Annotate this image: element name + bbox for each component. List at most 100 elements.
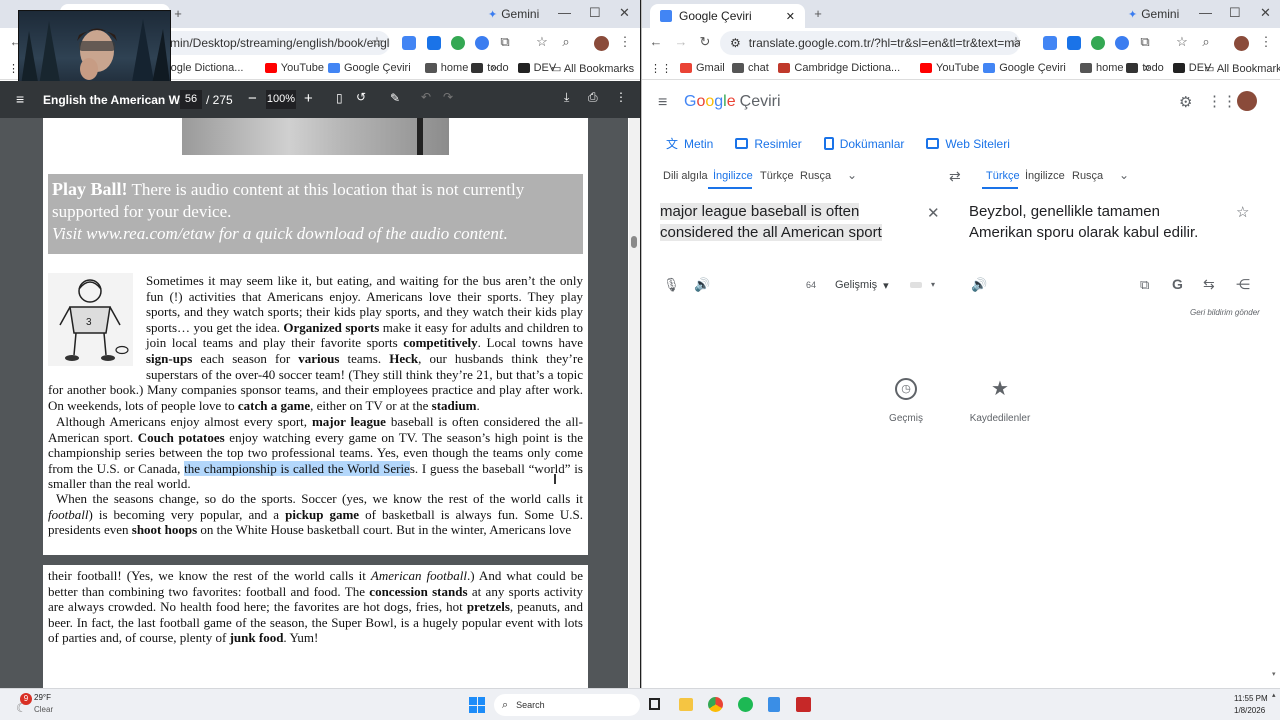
minimize-icon[interactable]: —	[558, 5, 571, 20]
source-lang-russian[interactable]: Rusça	[800, 170, 831, 182]
dropdown-arrow-icon[interactable]: ▾	[931, 280, 935, 289]
microphone-icon[interactable]: 🎙	[663, 277, 680, 293]
clock-date[interactable]: 1/8/2026	[1234, 706, 1265, 715]
scrollbar-thumb[interactable]	[631, 236, 637, 248]
bookmark-item[interactable]: chat	[732, 62, 769, 74]
close-tab-icon[interactable]: ✕	[786, 10, 795, 23]
target-lang-russian[interactable]: Rusça	[1072, 170, 1103, 182]
bookmark-item[interactable]: home	[424, 62, 468, 74]
tab-images[interactable]: Resimler	[735, 135, 802, 152]
swap-languages-icon[interactable]: ⇄	[949, 168, 961, 185]
star-icon[interactable]: ☆	[1008, 34, 1024, 50]
source-text-input[interactable]: major league baseball is often considere…	[660, 201, 910, 243]
bookmark-icon[interactable]: ☆	[1174, 34, 1190, 50]
extension-icon[interactable]	[427, 36, 441, 50]
history-button[interactable]: ◷ Geçmiş	[882, 378, 930, 424]
menu-icon[interactable]: ⋮	[617, 34, 633, 50]
model-select[interactable]: Gelişmiş ▾	[835, 279, 889, 292]
notepad-icon[interactable]	[768, 697, 780, 712]
gemini-button[interactable]: ✦ Gemini	[488, 7, 539, 21]
download-icon[interactable]: ⤓	[564, 90, 569, 105]
chevron-down-icon[interactable]: ⌄	[1119, 168, 1129, 182]
rotate-icon[interactable]: ↺	[356, 90, 366, 104]
star-icon[interactable]: ☆	[369, 34, 385, 50]
tab-websites[interactable]: Web Siteleri	[926, 135, 1010, 152]
spotify-icon[interactable]	[738, 697, 753, 712]
copy-icon[interactable]: ⧉	[1140, 277, 1149, 293]
settings-icon[interactable]: ⚙	[1179, 93, 1192, 111]
hamburger-icon[interactable]: ≡	[658, 94, 667, 112]
zoom-in-icon[interactable]: +	[304, 90, 313, 107]
rate-translation-icon[interactable]: ⇆	[1203, 276, 1215, 293]
pdf-scrollbar[interactable]	[629, 118, 640, 688]
site-info-icon[interactable]: ⚙	[730, 36, 741, 50]
tab-search-icon[interactable]: ⌕	[1198, 34, 1214, 50]
minimize-icon[interactable]: —	[1199, 5, 1212, 20]
extension-icon[interactable]	[475, 36, 489, 50]
maximize-icon[interactable]: ☐	[589, 5, 601, 21]
start-button[interactable]	[469, 697, 485, 713]
address-bar[interactable]: min/Desktop/streaming/english/book/engli…	[160, 31, 390, 55]
more-bookmarks-icon[interactable]: »	[491, 62, 497, 74]
address-bar[interactable]: ⚙ translate.google.com.tr/?hl=tr&sl=en&t…	[720, 31, 1020, 55]
bookmark-item[interactable]: todo	[471, 62, 509, 74]
tab-google-translate[interactable]: Google Çeviri ✕	[650, 4, 805, 28]
gemini-button[interactable]: ✦ Gemini	[1128, 7, 1179, 21]
zoom-out-icon[interactable]: −	[248, 90, 257, 107]
redo-icon[interactable]: ↷	[443, 90, 453, 104]
more-bookmarks-icon[interactable]: »	[1144, 62, 1150, 74]
scrollbar-arrows[interactable]: ▾	[1272, 670, 1276, 678]
tab-text[interactable]: 文 Metin	[666, 135, 713, 152]
app-icon[interactable]	[796, 697, 811, 712]
more-icon[interactable]: ⋮	[615, 90, 627, 104]
bookmark-item[interactable]: home	[1080, 62, 1124, 74]
puzzle-icon[interactable]: ⧉	[1137, 34, 1153, 50]
google-search-icon[interactable]: G	[1172, 276, 1183, 292]
save-star-icon[interactable]: ☆	[1236, 203, 1249, 221]
extension-icon[interactable]	[1091, 36, 1105, 50]
bookmark-icon[interactable]: ☆	[534, 34, 550, 50]
avatar[interactable]	[594, 36, 609, 51]
tab-documents[interactable]: Dokümanlar	[823, 135, 904, 152]
speaker-icon[interactable]: 🔊	[971, 277, 987, 293]
undo-icon[interactable]: ↶	[421, 90, 431, 104]
feedback-link[interactable]: Geri bildirim gönder	[1190, 308, 1260, 317]
chrome-icon[interactable]	[708, 697, 723, 712]
fit-page-icon[interactable]: ▯	[336, 91, 343, 105]
close-icon[interactable]: ✕	[1260, 5, 1271, 21]
share-icon[interactable]: ⋲	[1236, 276, 1250, 293]
hamburger-icon[interactable]: ≡	[16, 91, 24, 107]
clear-text-icon[interactable]: ✕	[927, 204, 940, 222]
draw-icon[interactable]: ✎	[390, 91, 400, 105]
puzzle-icon[interactable]: ⧉	[497, 34, 513, 50]
taskview-icon[interactable]	[649, 698, 660, 710]
zoom-input[interactable]: 100%	[266, 90, 296, 109]
apps-grid-icon[interactable]: ⋮⋮	[650, 62, 672, 75]
menu-icon[interactable]: ⋮	[1258, 34, 1274, 50]
print-icon[interactable]: ⎙	[588, 90, 598, 105]
bookmark-item[interactable]: Cambridge Dictiona...	[778, 62, 900, 74]
saved-button[interactable]: ★ Kaydedilenler	[964, 378, 1036, 424]
bookmark-item[interactable]: Google Çeviri	[983, 62, 1066, 74]
placeholder-select[interactable]	[910, 282, 922, 288]
google-translate-logo[interactable]: Google Çeviri	[684, 93, 781, 111]
clock-time[interactable]: 11:55 PM	[1234, 694, 1268, 703]
chevron-down-icon[interactable]: ⌄	[847, 168, 857, 182]
extension-icon[interactable]	[451, 36, 465, 50]
speaker-icon[interactable]: 🔊	[694, 277, 710, 293]
bookmark-item[interactable]: YouTube	[920, 62, 979, 74]
new-tab-icon[interactable]: +	[810, 6, 826, 22]
bookmark-item[interactable]: Gmail	[680, 62, 725, 74]
all-bookmarks-folder[interactable]: ▭ All Bookmarks	[551, 62, 634, 75]
extension-icon[interactable]	[402, 36, 416, 50]
maximize-icon[interactable]: ☐	[1229, 5, 1241, 21]
avatar[interactable]	[1234, 36, 1249, 51]
target-lang-turkish[interactable]: Türkçe	[986, 170, 1020, 182]
apps-grid-icon[interactable]: ⋮⋮	[1207, 92, 1237, 110]
file-explorer-icon[interactable]	[679, 698, 693, 711]
extension-icon[interactable]	[1043, 36, 1057, 50]
reload-icon[interactable]: ↻	[697, 34, 713, 50]
source-lang-detect[interactable]: Dili algıla	[663, 170, 708, 182]
tray-arrow-icon[interactable]: ▴	[1272, 691, 1276, 699]
avatar[interactable]	[1237, 91, 1257, 111]
